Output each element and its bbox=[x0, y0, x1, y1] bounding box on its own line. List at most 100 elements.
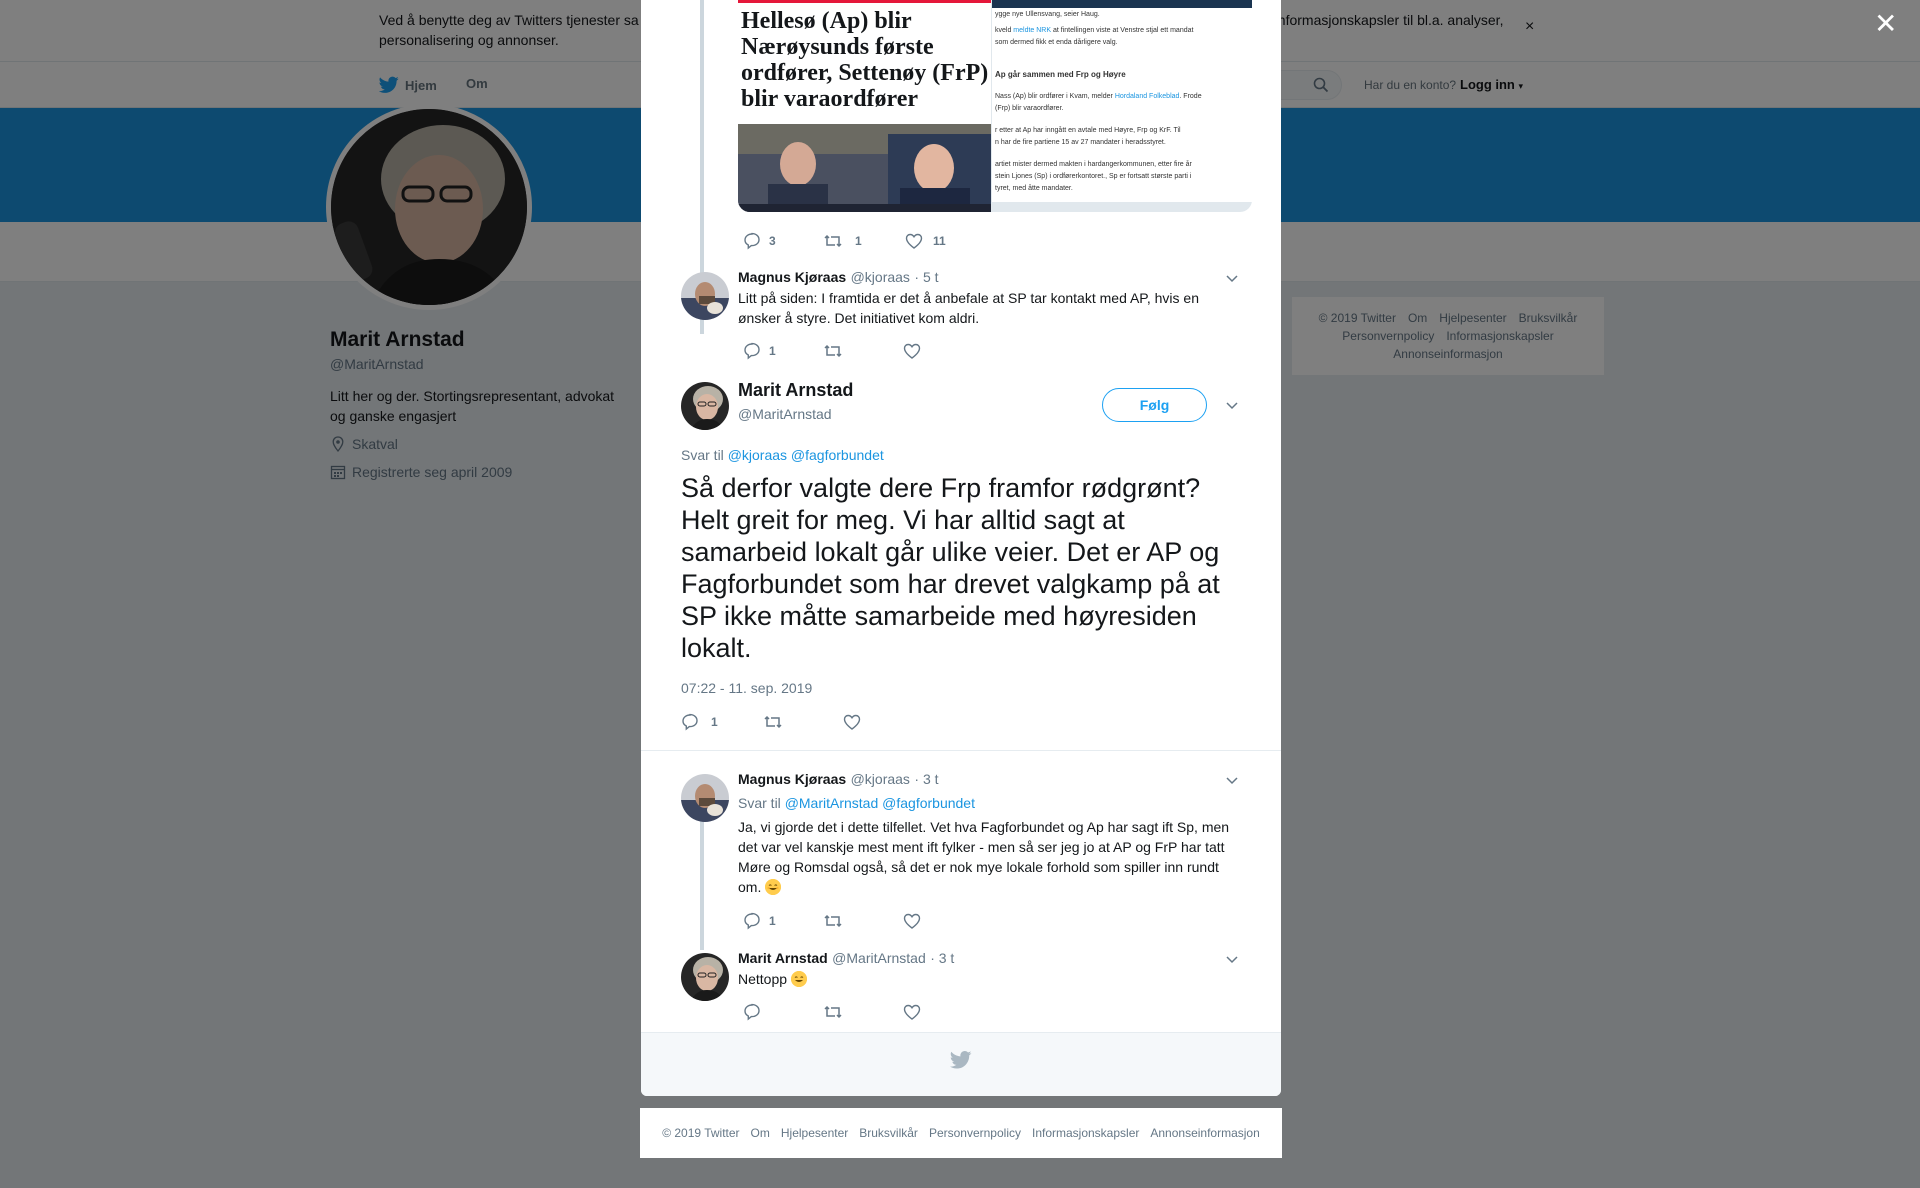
reply-mentions[interactable]: @kjoraas @fagforbundet bbox=[728, 447, 884, 463]
reply-prefix: Svar til bbox=[681, 447, 724, 463]
news-article-text-run: som dermed fikk et enda dårligere valg. bbox=[995, 39, 1118, 46]
news-article-text-run: n har de fire partiene 15 av 27 mandater… bbox=[995, 139, 1166, 146]
tweet-text: Så derfor valgte dere Frp framfor rødgrø… bbox=[681, 473, 1220, 663]
like-icon bbox=[905, 233, 923, 249]
reply-button[interactable]: 3 bbox=[743, 232, 823, 250]
like-icon bbox=[843, 714, 861, 730]
tweet-timestamp[interactable]: · 3 t bbox=[914, 771, 938, 787]
like-icon bbox=[903, 343, 921, 359]
tweet-author-handle[interactable]: @MaritArnstad bbox=[738, 406, 832, 422]
retweet-button[interactable]: 1 bbox=[823, 233, 905, 249]
news-header-strip bbox=[992, 0, 1252, 8]
reply-prefix: Svar til bbox=[738, 795, 781, 811]
news-article-line: Ap går sammen med Frp og Høyre bbox=[995, 70, 1126, 79]
news-article-line: Nass (Ap) blir ordfører i Kvam, melder H… bbox=[995, 92, 1202, 101]
footer-link-ads[interactable]: Annonseinformasjon bbox=[1150, 1126, 1259, 1140]
tweet-timestamp[interactable]: 07:22 - 11. sep. 2019 bbox=[681, 680, 812, 696]
retweet-icon bbox=[824, 344, 842, 358]
chevron-down-icon[interactable] bbox=[1225, 400, 1239, 410]
reply-count: 1 bbox=[769, 344, 776, 358]
news-article-text-run: Ap går sammen med Frp og Høyre bbox=[995, 70, 1126, 79]
reply-icon bbox=[682, 713, 698, 731]
reply-mentions[interactable]: @MaritArnstad @fagforbundet bbox=[785, 795, 975, 811]
footer-link-help[interactable]: Hjelpesenter bbox=[781, 1126, 848, 1140]
tweet-media-image[interactable]: Hellesø (Ap) blir Nærøysunds første ordf… bbox=[738, 0, 1252, 212]
like-button[interactable] bbox=[903, 1004, 983, 1020]
avatar[interactable] bbox=[681, 774, 729, 822]
modal-footer bbox=[641, 1032, 1281, 1096]
retweet-icon bbox=[824, 234, 842, 248]
news-article-text-run: (Frp) blir varaordfører. bbox=[995, 105, 1064, 112]
like-button[interactable] bbox=[843, 714, 923, 730]
tweet-author-handle[interactable]: @kjoraas bbox=[851, 269, 910, 285]
footer-link-privacy[interactable]: Personvernpolicy bbox=[929, 1126, 1021, 1140]
reply-button[interactable]: 1 bbox=[681, 713, 763, 731]
tweet-author-name[interactable]: Marit Arnstad bbox=[738, 950, 828, 966]
thread-connector bbox=[700, 802, 704, 950]
footer-link-about[interactable]: Om bbox=[751, 1126, 770, 1140]
retweet-icon bbox=[824, 914, 842, 928]
news-article-text-run: kveld bbox=[995, 27, 1014, 34]
reply-context: Svar til @MaritArnstad @fagforbundet bbox=[738, 795, 975, 811]
footer-link-cookies[interactable]: Informasjonskapsler bbox=[1032, 1126, 1139, 1140]
news-article-link: Hordaland Folkeblad bbox=[1114, 93, 1180, 100]
retweet-button[interactable] bbox=[763, 714, 843, 730]
reply-count: 3 bbox=[769, 234, 776, 248]
retweet-button[interactable] bbox=[823, 913, 903, 929]
follow-button[interactable]: Følg bbox=[1102, 388, 1207, 422]
news-article-text-run: at fintellingen viste at Venstre stjal e… bbox=[1051, 27, 1194, 34]
reply-icon bbox=[744, 1003, 760, 1021]
news-article-text-run: r etter at Ap har inngått en avtale med … bbox=[995, 127, 1181, 134]
close-icon[interactable]: ✕ bbox=[1874, 10, 1897, 38]
chevron-down-icon[interactable] bbox=[1225, 775, 1239, 785]
news-article-line: som dermed fikk et enda dårligere valg. bbox=[995, 38, 1118, 47]
news-screenshot-right: ygge nye Ullensvang, seier Haug. kveld me… bbox=[991, 0, 1252, 212]
reply-button[interactable] bbox=[743, 1003, 823, 1021]
like-button[interactable] bbox=[903, 343, 983, 359]
tweet-author-handle[interactable]: @kjoraas bbox=[851, 771, 910, 787]
news-article-line: n har de fire partiene 15 av 27 mandater… bbox=[995, 138, 1166, 147]
news-article-text-run: tyret, med åtte mandater. bbox=[995, 185, 1073, 192]
retweet-button[interactable] bbox=[823, 343, 903, 359]
avatar[interactable] bbox=[681, 953, 729, 1001]
news-article-line: r etter at Ap har inngått en avtale med … bbox=[995, 126, 1181, 135]
tweet-author-name[interactable]: Marit Arnstad bbox=[738, 380, 853, 401]
retweet-button[interactable] bbox=[823, 1004, 903, 1020]
tweet-text: Litt på siden: I framtida er det å anbef… bbox=[738, 290, 1199, 326]
twitter-bird-icon bbox=[950, 1051, 972, 1069]
tweet-text-body: Ja, vi gjorde det i dette tilfellet. Vet… bbox=[738, 819, 1230, 895]
footer-link-terms[interactable]: Bruksvilkår bbox=[859, 1126, 918, 1140]
like-count: 11 bbox=[933, 234, 946, 248]
smiling-face-emoji bbox=[790, 971, 807, 987]
news-article-text-run: . Frode bbox=[1179, 93, 1202, 100]
news-article-text-run: artiet mister dermed makten i hardangerk… bbox=[995, 161, 1192, 168]
like-button[interactable]: 11 bbox=[905, 233, 985, 249]
modal-page-footer: © 2019 Twitter Om Hjelpesenter Bruksvilk… bbox=[640, 1108, 1282, 1158]
news-screenshot-left: Hellesø (Ap) blir Nærøysunds første ordf… bbox=[738, 0, 991, 212]
retweet-count: 1 bbox=[855, 234, 862, 248]
reply-button[interactable]: 1 bbox=[743, 342, 823, 360]
retweet-icon bbox=[764, 715, 782, 729]
tweet-actions: 3 1 11 bbox=[743, 232, 985, 250]
chevron-down-icon[interactable] bbox=[1225, 954, 1239, 964]
reply-icon bbox=[744, 232, 760, 250]
tweet-header: Magnus Kjøraas @kjoraas · 5 t bbox=[738, 269, 939, 287]
reply-count: 1 bbox=[711, 715, 718, 729]
avatar[interactable] bbox=[681, 272, 729, 320]
news-article-line: tyret, med åtte mandater. bbox=[995, 184, 1073, 193]
tweet-author-name[interactable]: Magnus Kjøraas bbox=[738, 771, 846, 787]
tweet-actions: 1 bbox=[743, 912, 983, 930]
news-accent-bar bbox=[738, 0, 991, 3]
reply-button[interactable]: 1 bbox=[743, 912, 823, 930]
avatar[interactable] bbox=[681, 382, 729, 430]
like-button[interactable] bbox=[903, 913, 983, 929]
tweet-author-handle[interactable]: @MaritArnstad bbox=[832, 950, 926, 966]
tweet-actions: 1 bbox=[681, 713, 923, 731]
tweet-timestamp[interactable]: · 3 t bbox=[930, 950, 954, 966]
tweet-timestamp[interactable]: · 5 t bbox=[914, 269, 938, 285]
reply-count: 1 bbox=[769, 914, 776, 928]
news-article-link: meldte NRK bbox=[1013, 27, 1052, 34]
chevron-down-icon[interactable] bbox=[1225, 273, 1239, 283]
news-article-line: ygge nye Ullensvang, seier Haug. bbox=[995, 10, 1100, 19]
tweet-author-name[interactable]: Magnus Kjøraas bbox=[738, 269, 846, 285]
